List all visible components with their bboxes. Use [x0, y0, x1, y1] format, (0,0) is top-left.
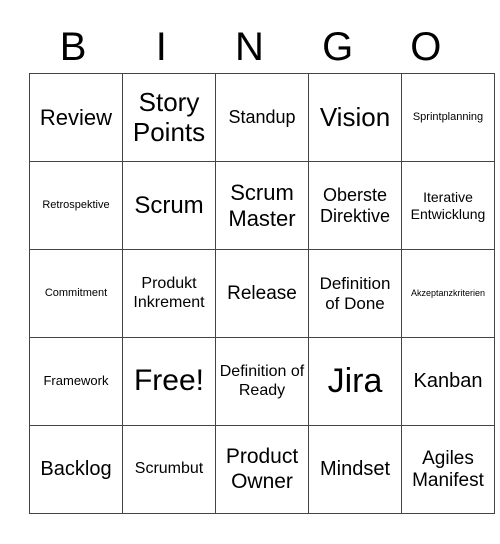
bingo-cell[interactable]: Iterative Entwicklung	[401, 161, 495, 250]
header-letter-o: O	[410, 25, 442, 69]
bingo-cell[interactable]: Scrum	[122, 161, 216, 250]
bingo-cell[interactable]: Release	[215, 249, 309, 338]
bingo-cell[interactable]: Sprintplanning	[401, 73, 495, 162]
bingo-cell[interactable]: Jira	[308, 337, 402, 426]
bingo-header: B I N G O	[29, 22, 471, 72]
bingo-cell[interactable]: Agiles Manifest	[401, 425, 495, 514]
bingo-cell[interactable]: Retrospektive	[29, 161, 123, 250]
bingo-cell[interactable]: Product Owner	[215, 425, 309, 514]
grid-row: Backlog Scrumbut Product Owner Mindset A…	[29, 425, 495, 514]
bingo-grid: Review Story Points Standup Vision Sprin…	[29, 73, 495, 514]
bingo-cell[interactable]: Scrumbut	[122, 425, 216, 514]
header-letter-i: I	[155, 25, 167, 69]
bingo-cell[interactable]: Definition of Ready	[215, 337, 309, 426]
bingo-cell[interactable]: Scrum Master	[215, 161, 309, 250]
bingo-cell[interactable]: Vision	[308, 73, 402, 162]
bingo-cell[interactable]: Story Points	[122, 73, 216, 162]
grid-row: Commitment Produkt Inkrement Release Def…	[29, 249, 495, 338]
bingo-cell[interactable]: Backlog	[29, 425, 123, 514]
bingo-cell[interactable]: Produkt Inkrement	[122, 249, 216, 338]
bingo-cell[interactable]: Review	[29, 73, 123, 162]
grid-row: Retrospektive Scrum Scrum Master Oberste…	[29, 161, 495, 250]
grid-row: Review Story Points Standup Vision Sprin…	[29, 73, 495, 162]
bingo-cell[interactable]: Kanban	[401, 337, 495, 426]
bingo-cell[interactable]: Akzeptanzkriterien	[401, 249, 495, 338]
bingo-cell free-space[interactable]: Free!	[122, 337, 216, 426]
bingo-cell[interactable]: Framework	[29, 337, 123, 426]
grid-row: Framework Free! Definition of Ready Jira…	[29, 337, 495, 426]
header-letter-n: N	[235, 25, 264, 69]
bingo-cell[interactable]: Oberste Direktive	[308, 161, 402, 250]
bingo-cell[interactable]: Commitment	[29, 249, 123, 338]
header-letter-b: B	[59, 25, 87, 69]
header-letter-g: G	[322, 25, 354, 69]
bingo-cell[interactable]: Definition of Done	[308, 249, 402, 338]
bingo-cell[interactable]: Mindset	[308, 425, 402, 514]
bingo-cell[interactable]: Standup	[215, 73, 309, 162]
